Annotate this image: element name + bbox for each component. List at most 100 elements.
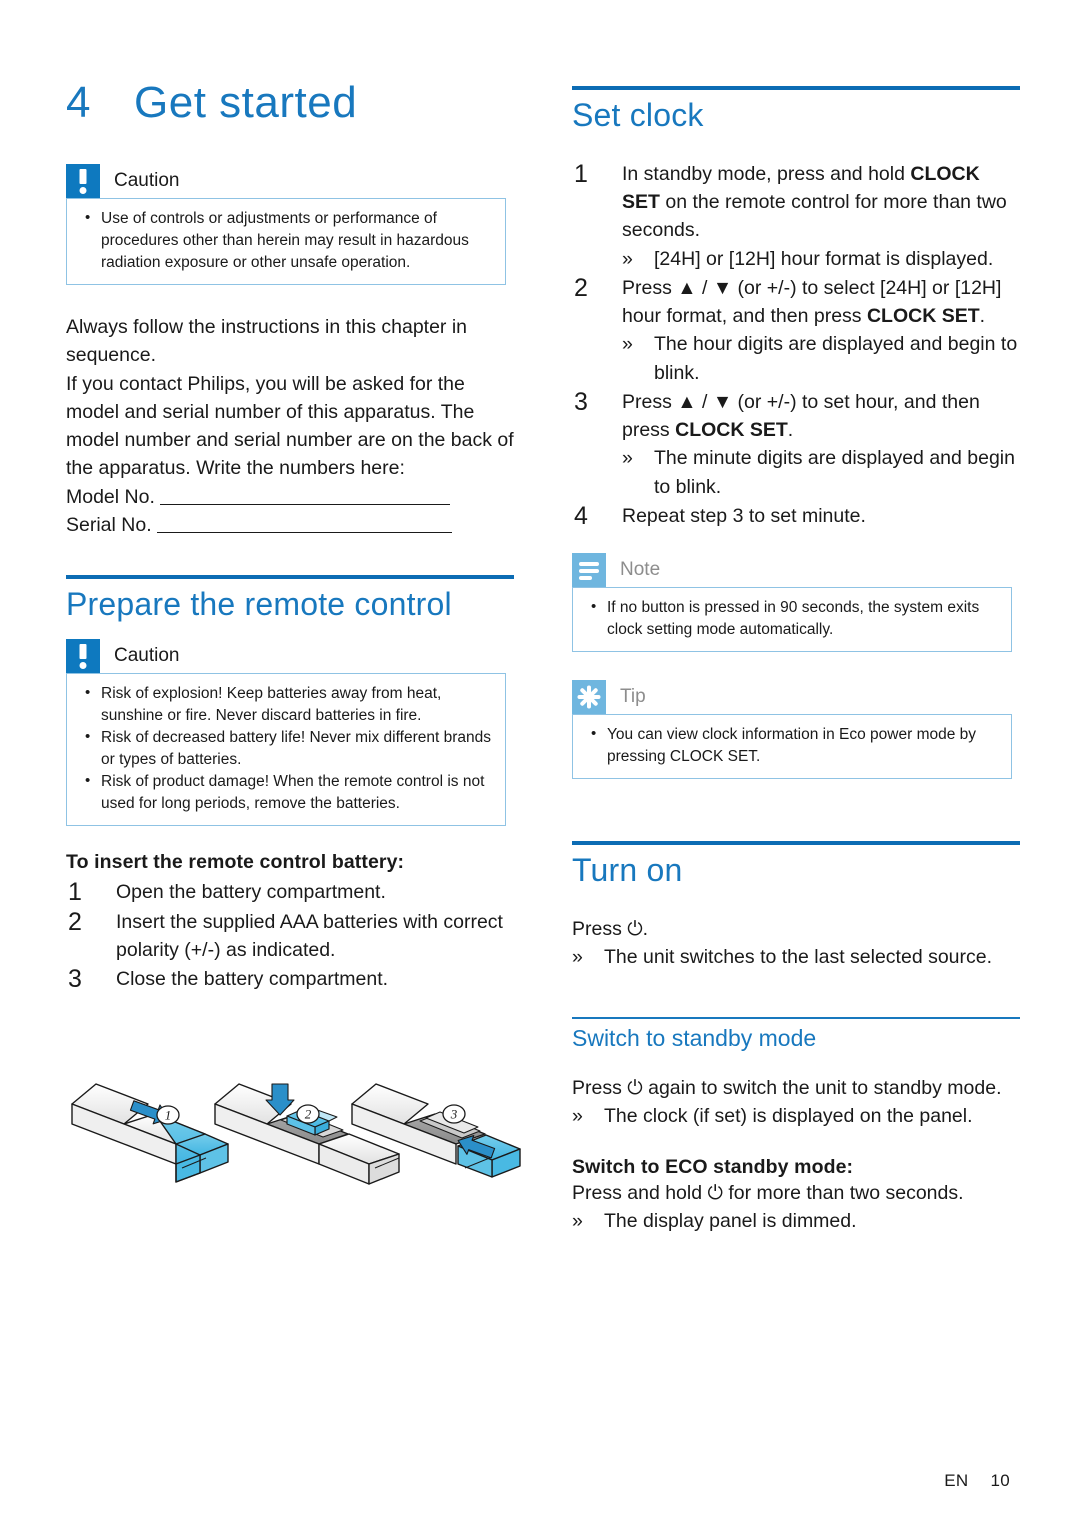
tip-body: You can view clock information in Eco po…: [572, 713, 1012, 779]
step-text-part: In standby mode, press and hold: [622, 162, 911, 185]
result-marker: »: [622, 333, 633, 356]
svg-text:1: 1: [165, 1108, 172, 1123]
result-line: » The minute digits are displayed and be…: [622, 444, 1020, 501]
result-line: » The clock (if set) is displayed on the…: [572, 1102, 1020, 1130]
standby-heading: Switch to standby mode: [572, 1025, 817, 1052]
callout-marker-3: 3: [442, 1104, 466, 1124]
page-footer: EN 10: [944, 1471, 1010, 1491]
callout-marker-1: 1: [156, 1105, 180, 1125]
intro-paragraph-1: Always follow the instructions in this c…: [66, 316, 468, 367]
model-number-label: Model No.: [66, 485, 155, 508]
list-item: 2 Press ▲ / ▼ (or +/-) to select [24H] o…: [572, 274, 1020, 387]
step-text-key: CLOCK SET: [675, 419, 788, 442]
model-number-field: Model No.: [66, 483, 514, 511]
asterisk-icon: [572, 679, 606, 714]
result-line: » The hour digits are displayed and begi…: [622, 330, 1020, 387]
section-rule: [572, 86, 1020, 90]
footer-language: EN: [944, 1471, 969, 1490]
insert-battery-heading: To insert the remote control battery:: [66, 850, 405, 873]
list-item: 2 Insert the supplied AAA batteries with…: [66, 908, 514, 965]
tip-label: Tip: [620, 685, 646, 707]
serial-number-blank[interactable]: [157, 514, 453, 533]
section-rule: [66, 575, 514, 580]
result-text: The hour digits are displayed and begin …: [654, 333, 1018, 384]
manual-page: 4 Get started Caution Use of controls or…: [0, 0, 1080, 1527]
result-text: The unit switches to the last selected s…: [604, 945, 993, 968]
eco-press-text: Press and hold ⏻ for more than two secon…: [572, 1182, 964, 1205]
caution-body-battery: Risk of explosion! Keep batteries away f…: [66, 672, 506, 826]
step-number: 3: [68, 965, 82, 994]
serial-number-label: Serial No.: [66, 513, 152, 536]
list-item: Risk of product damage! When the remote …: [79, 770, 493, 815]
prepare-remote-heading: Prepare the remote control: [66, 586, 452, 623]
caution-body: Use of controls or adjustments or perfor…: [66, 198, 506, 285]
turn-on-press-text: Press ⏻.: [572, 917, 649, 940]
eco-standby-heading: Switch to ECO standby mode:: [572, 1156, 854, 1179]
tip-header: Tip: [572, 679, 1012, 714]
callout-marker-2: 2: [296, 1104, 320, 1124]
note-label: Note: [620, 558, 661, 580]
insert-battery-steps: 1 Open the battery compartment. 2 Insert…: [66, 878, 514, 994]
result-line: » The display panel is dimmed.: [572, 1207, 1020, 1235]
step-number: 3: [574, 387, 588, 416]
page-title: 4 Get started: [66, 78, 514, 128]
left-column: 4 Get started Caution Use of controls or…: [66, 78, 514, 995]
step-number: 2: [574, 273, 588, 302]
standby-press-text: Press ⏻ again to switch the unit to stan…: [572, 1076, 1002, 1099]
result-marker: »: [622, 447, 633, 470]
right-column: Set clock 1 In standby mode, press and h…: [572, 86, 1020, 1236]
step-text: Repeat step 3 to set minute.: [622, 505, 866, 528]
result-marker: »: [572, 1104, 583, 1127]
exclamation-icon: [66, 638, 100, 673]
result-marker: »: [572, 1210, 583, 1233]
tip-callout: Tip You can view clock information in Ec…: [572, 679, 1012, 779]
step-text: Insert the supplied AAA batteries with c…: [116, 910, 503, 961]
turn-on-heading: Turn on: [572, 851, 683, 888]
intro-paragraph-2: If you contact Philips, you will be aske…: [66, 372, 514, 480]
step-number: 4: [574, 502, 588, 531]
chapter-title-text: Get started: [134, 78, 358, 127]
set-clock-heading: Set clock: [572, 97, 704, 133]
note-callout: Note If no button is pressed in 90 secon…: [572, 552, 1012, 652]
list-item: You can view clock information in Eco po…: [585, 723, 999, 768]
remote-control-battery-illustration: 1 2 3: [60, 1076, 522, 1202]
svg-text:2: 2: [305, 1107, 312, 1122]
footer-page-number: 10: [990, 1471, 1010, 1490]
result-text: The minute digits are displayed and begi…: [654, 447, 1015, 498]
list-item: 1 Open the battery compartment.: [66, 878, 514, 907]
result-text: The display panel is dimmed.: [604, 1210, 857, 1233]
step-text-part: .: [979, 305, 986, 328]
result-marker: »: [622, 247, 633, 270]
step-text-part: .: [787, 419, 794, 442]
note-lines-icon: [572, 552, 606, 587]
list-item: Risk of decreased battery life! Never mi…: [79, 726, 493, 771]
step-text: In standby mode, press and hold CLOCK SE…: [622, 160, 1020, 273]
list-item: 3 Press ▲ / ▼ (or +/-) to set hour, and …: [572, 388, 1020, 501]
caution-header: Caution: [66, 164, 506, 198]
exclamation-icon: [66, 164, 100, 198]
caution-callout-radiation: Caution Use of controls or adjustments o…: [66, 164, 506, 285]
note-body: If no button is pressed in 90 seconds, t…: [572, 586, 1012, 652]
list-item: If no button is pressed in 90 seconds, t…: [585, 596, 999, 641]
list-item: Risk of explosion! Keep batteries away f…: [79, 682, 493, 727]
list-item: Use of controls or adjustments or perfor…: [79, 207, 493, 274]
result-text: The clock (if set) is displayed on the p…: [604, 1104, 973, 1127]
step-number: 1: [574, 159, 588, 188]
step-text: Open the battery compartment.: [116, 880, 386, 903]
step-text: Press ▲ / ▼ (or +/-) to set hour, and th…: [622, 388, 1020, 501]
model-number-blank[interactable]: [160, 486, 451, 505]
step-text-key: CLOCK SET: [866, 305, 980, 328]
set-clock-steps: 1 In standby mode, press and hold CLOCK …: [572, 160, 1020, 531]
step-text: Close the battery compartment.: [116, 968, 389, 991]
note-header: Note: [572, 552, 1012, 587]
chapter-number: 4: [66, 78, 91, 127]
caution-label-battery: Caution: [114, 644, 180, 666]
list-item: 1 In standby mode, press and hold CLOCK …: [572, 160, 1020, 273]
caution-label: Caution: [114, 170, 180, 191]
list-item: 4 Repeat step 3 to set minute.: [572, 502, 1020, 531]
caution-header-battery: Caution: [66, 638, 506, 673]
step-text-part: on the remote control for more than two …: [622, 191, 1007, 242]
step-number: 1: [68, 877, 82, 906]
step-number: 2: [68, 907, 82, 936]
result-marker: »: [572, 945, 583, 968]
